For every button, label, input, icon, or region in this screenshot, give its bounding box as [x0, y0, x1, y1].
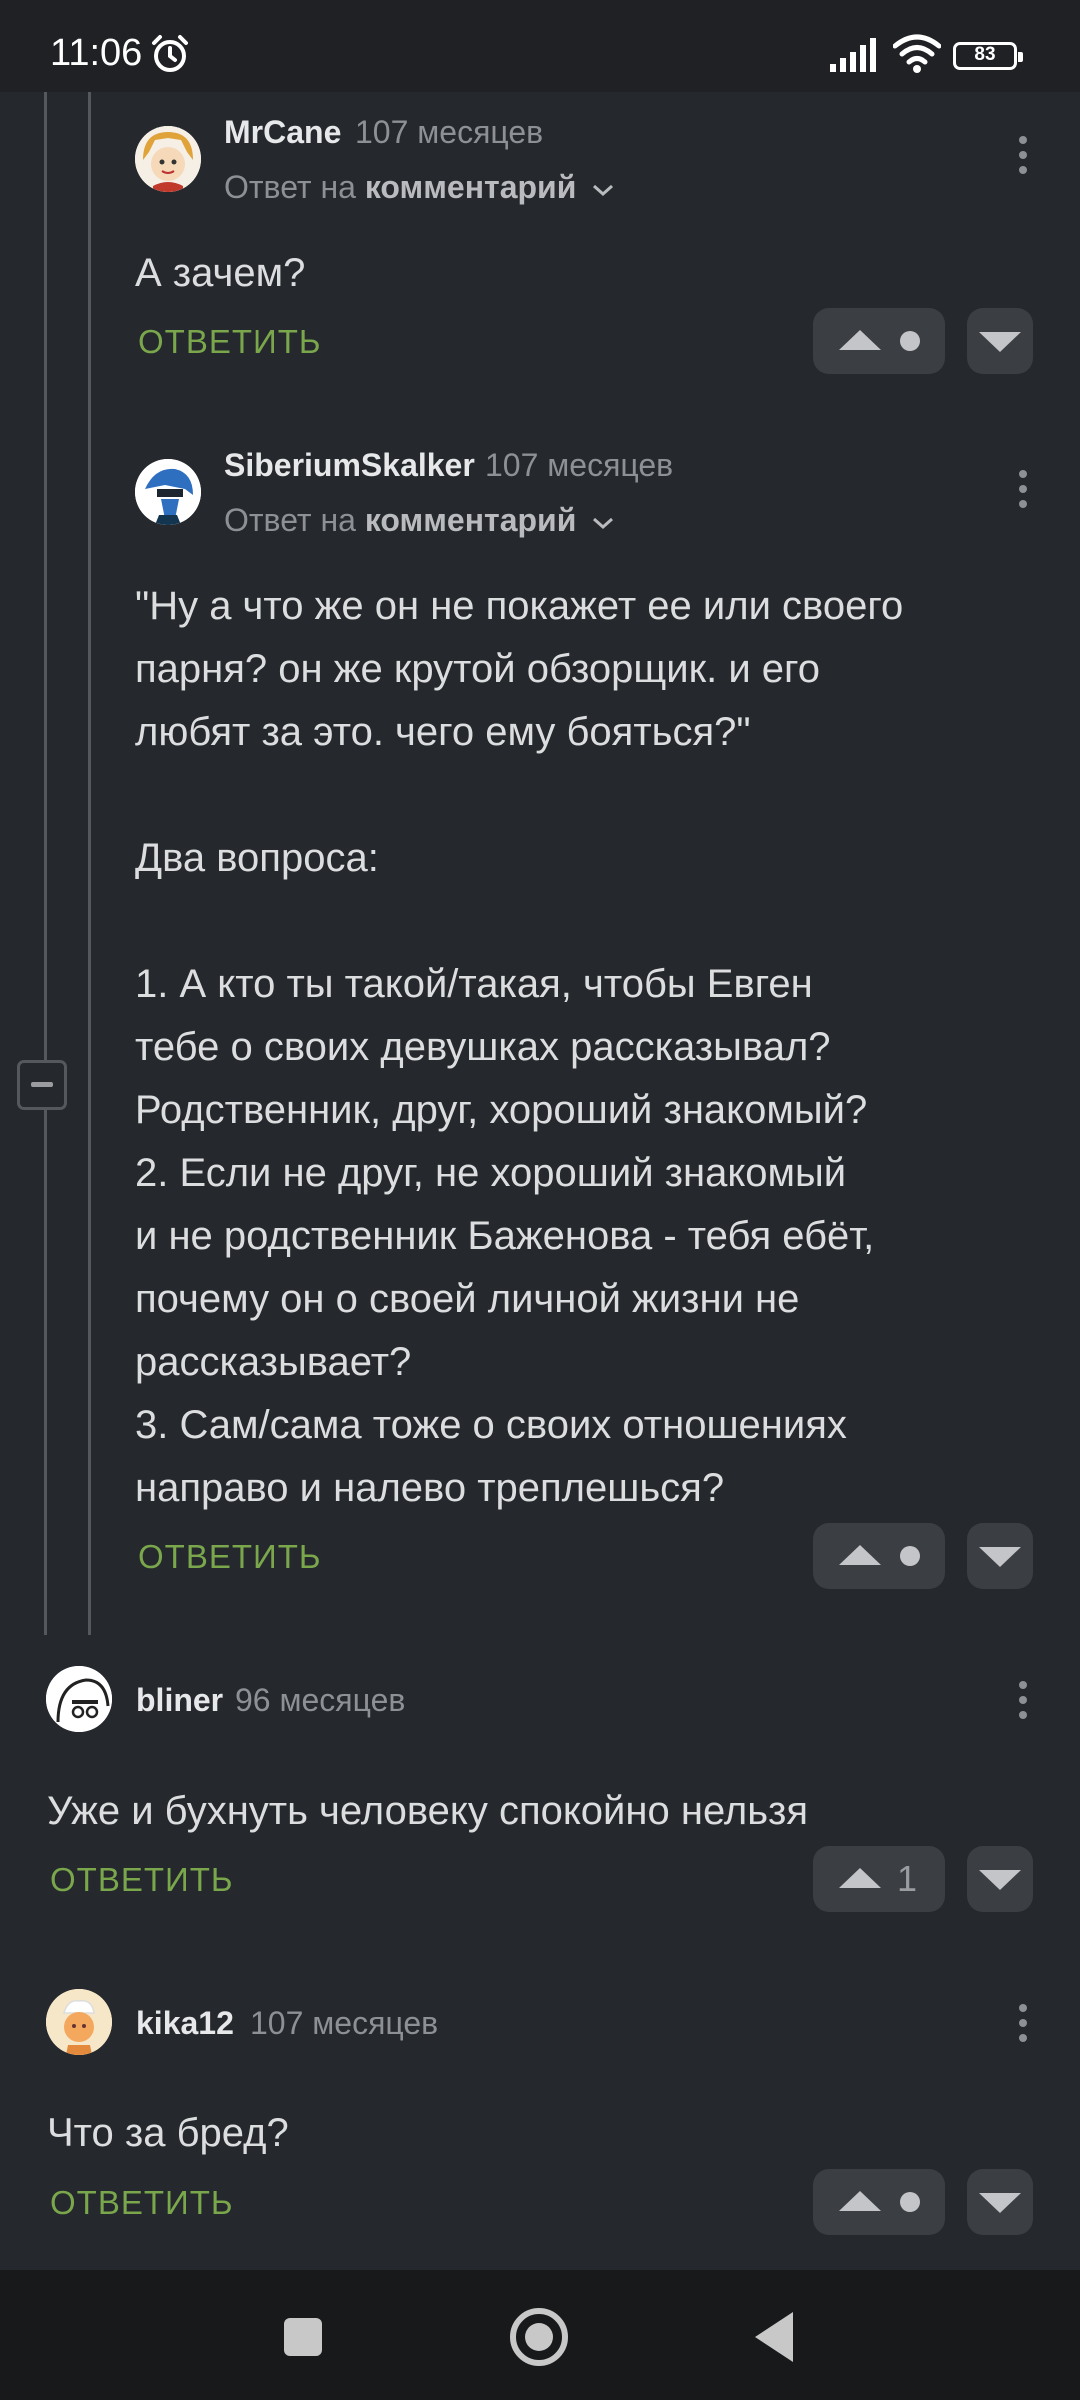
downvote-button[interactable] — [967, 1523, 1033, 1589]
upvote-button[interactable] — [813, 1523, 945, 1589]
reply-to-prefix: Ответ на — [224, 169, 356, 205]
comment-time: 107 месяцев — [355, 114, 544, 150]
status-bar: 11:06 83 — [0, 0, 1080, 92]
rating-count: 1 — [897, 1858, 918, 1899]
arrow-down-icon — [979, 2193, 1021, 2213]
comment-time: 107 месяцев — [250, 2005, 439, 2041]
rating-dot — [900, 1546, 920, 1566]
comment-text: "Ну а что же он не покажет ее или своего… — [135, 584, 904, 1510]
alarm-icon — [152, 35, 188, 72]
upvote-button[interactable]: 1 — [813, 1846, 945, 1912]
arrow-up-icon — [839, 1868, 881, 1888]
reply-button[interactable]: ОТВЕТИТЬ — [50, 2184, 234, 2222]
chevron-down-icon — [593, 517, 614, 530]
rating-dot — [900, 331, 920, 351]
reply-to-target: комментарий — [364, 169, 577, 205]
downvote-button[interactable] — [967, 308, 1033, 374]
recent-apps-icon[interactable] — [284, 2318, 322, 2356]
thread-line-outer — [44, 92, 47, 1635]
arrow-up-icon — [839, 1545, 881, 1565]
more-options-icon[interactable] — [1002, 464, 1042, 514]
avatar[interactable] — [46, 1989, 112, 2055]
reply-to-link[interactable]: Ответ на комментарий — [224, 502, 615, 539]
reply-to-link[interactable]: Ответ на комментарий — [224, 169, 615, 206]
comment-time: 107 месяцев — [485, 447, 674, 483]
status-time: 11:06 — [50, 32, 143, 74]
username[interactable]: kika12 — [136, 2005, 234, 2042]
reply-to-target: комментарий — [364, 502, 577, 538]
username[interactable]: bliner — [136, 1682, 223, 1719]
arrow-up-icon — [839, 2191, 881, 2211]
avatar[interactable] — [46, 1666, 112, 1732]
comment-text: Что за бред? — [47, 2111, 289, 2155]
comment-text: Уже и бухнуть человеку спокойно нельзя — [47, 1789, 809, 1833]
avatar[interactable] — [135, 126, 201, 192]
wifi-icon — [893, 34, 941, 73]
upvote-button[interactable] — [813, 2169, 945, 2235]
more-options-icon[interactable] — [1002, 1998, 1042, 2048]
upvote-button[interactable] — [813, 308, 945, 374]
avatar[interactable] — [135, 459, 201, 525]
battery-level: 83 — [974, 44, 996, 65]
reply-button[interactable]: ОТВЕТИТЬ — [50, 1861, 234, 1899]
more-options-icon[interactable] — [1002, 130, 1042, 180]
username[interactable]: SiberiumSkalker — [224, 447, 475, 484]
comment-text: А зачем? — [135, 251, 306, 295]
system-nav-bar — [0, 2270, 1080, 2400]
collapse-thread-button[interactable] — [17, 1060, 67, 1110]
reply-button[interactable]: ОТВЕТИТЬ — [138, 1538, 322, 1576]
arrow-down-icon — [979, 1547, 1021, 1567]
chevron-down-icon — [593, 184, 614, 197]
battery-icon: 83 — [953, 42, 1023, 70]
reply-to-prefix: Ответ на — [224, 502, 356, 538]
reply-button[interactable]: ОТВЕТИТЬ — [138, 323, 322, 361]
thread-line-inner — [88, 92, 91, 1635]
signal-icon — [830, 38, 876, 72]
downvote-button[interactable] — [967, 1846, 1033, 1912]
rating-dot — [900, 2192, 920, 2212]
back-icon[interactable] — [755, 2312, 793, 2362]
more-options-icon[interactable] — [1002, 1675, 1042, 1725]
home-icon[interactable] — [510, 2308, 568, 2366]
arrow-up-icon — [839, 330, 881, 350]
comment-time: 96 месяцев — [235, 1682, 406, 1718]
arrow-down-icon — [979, 332, 1021, 352]
arrow-down-icon — [979, 1870, 1021, 1890]
username[interactable]: MrCane — [224, 114, 341, 151]
downvote-button[interactable] — [967, 2169, 1033, 2235]
